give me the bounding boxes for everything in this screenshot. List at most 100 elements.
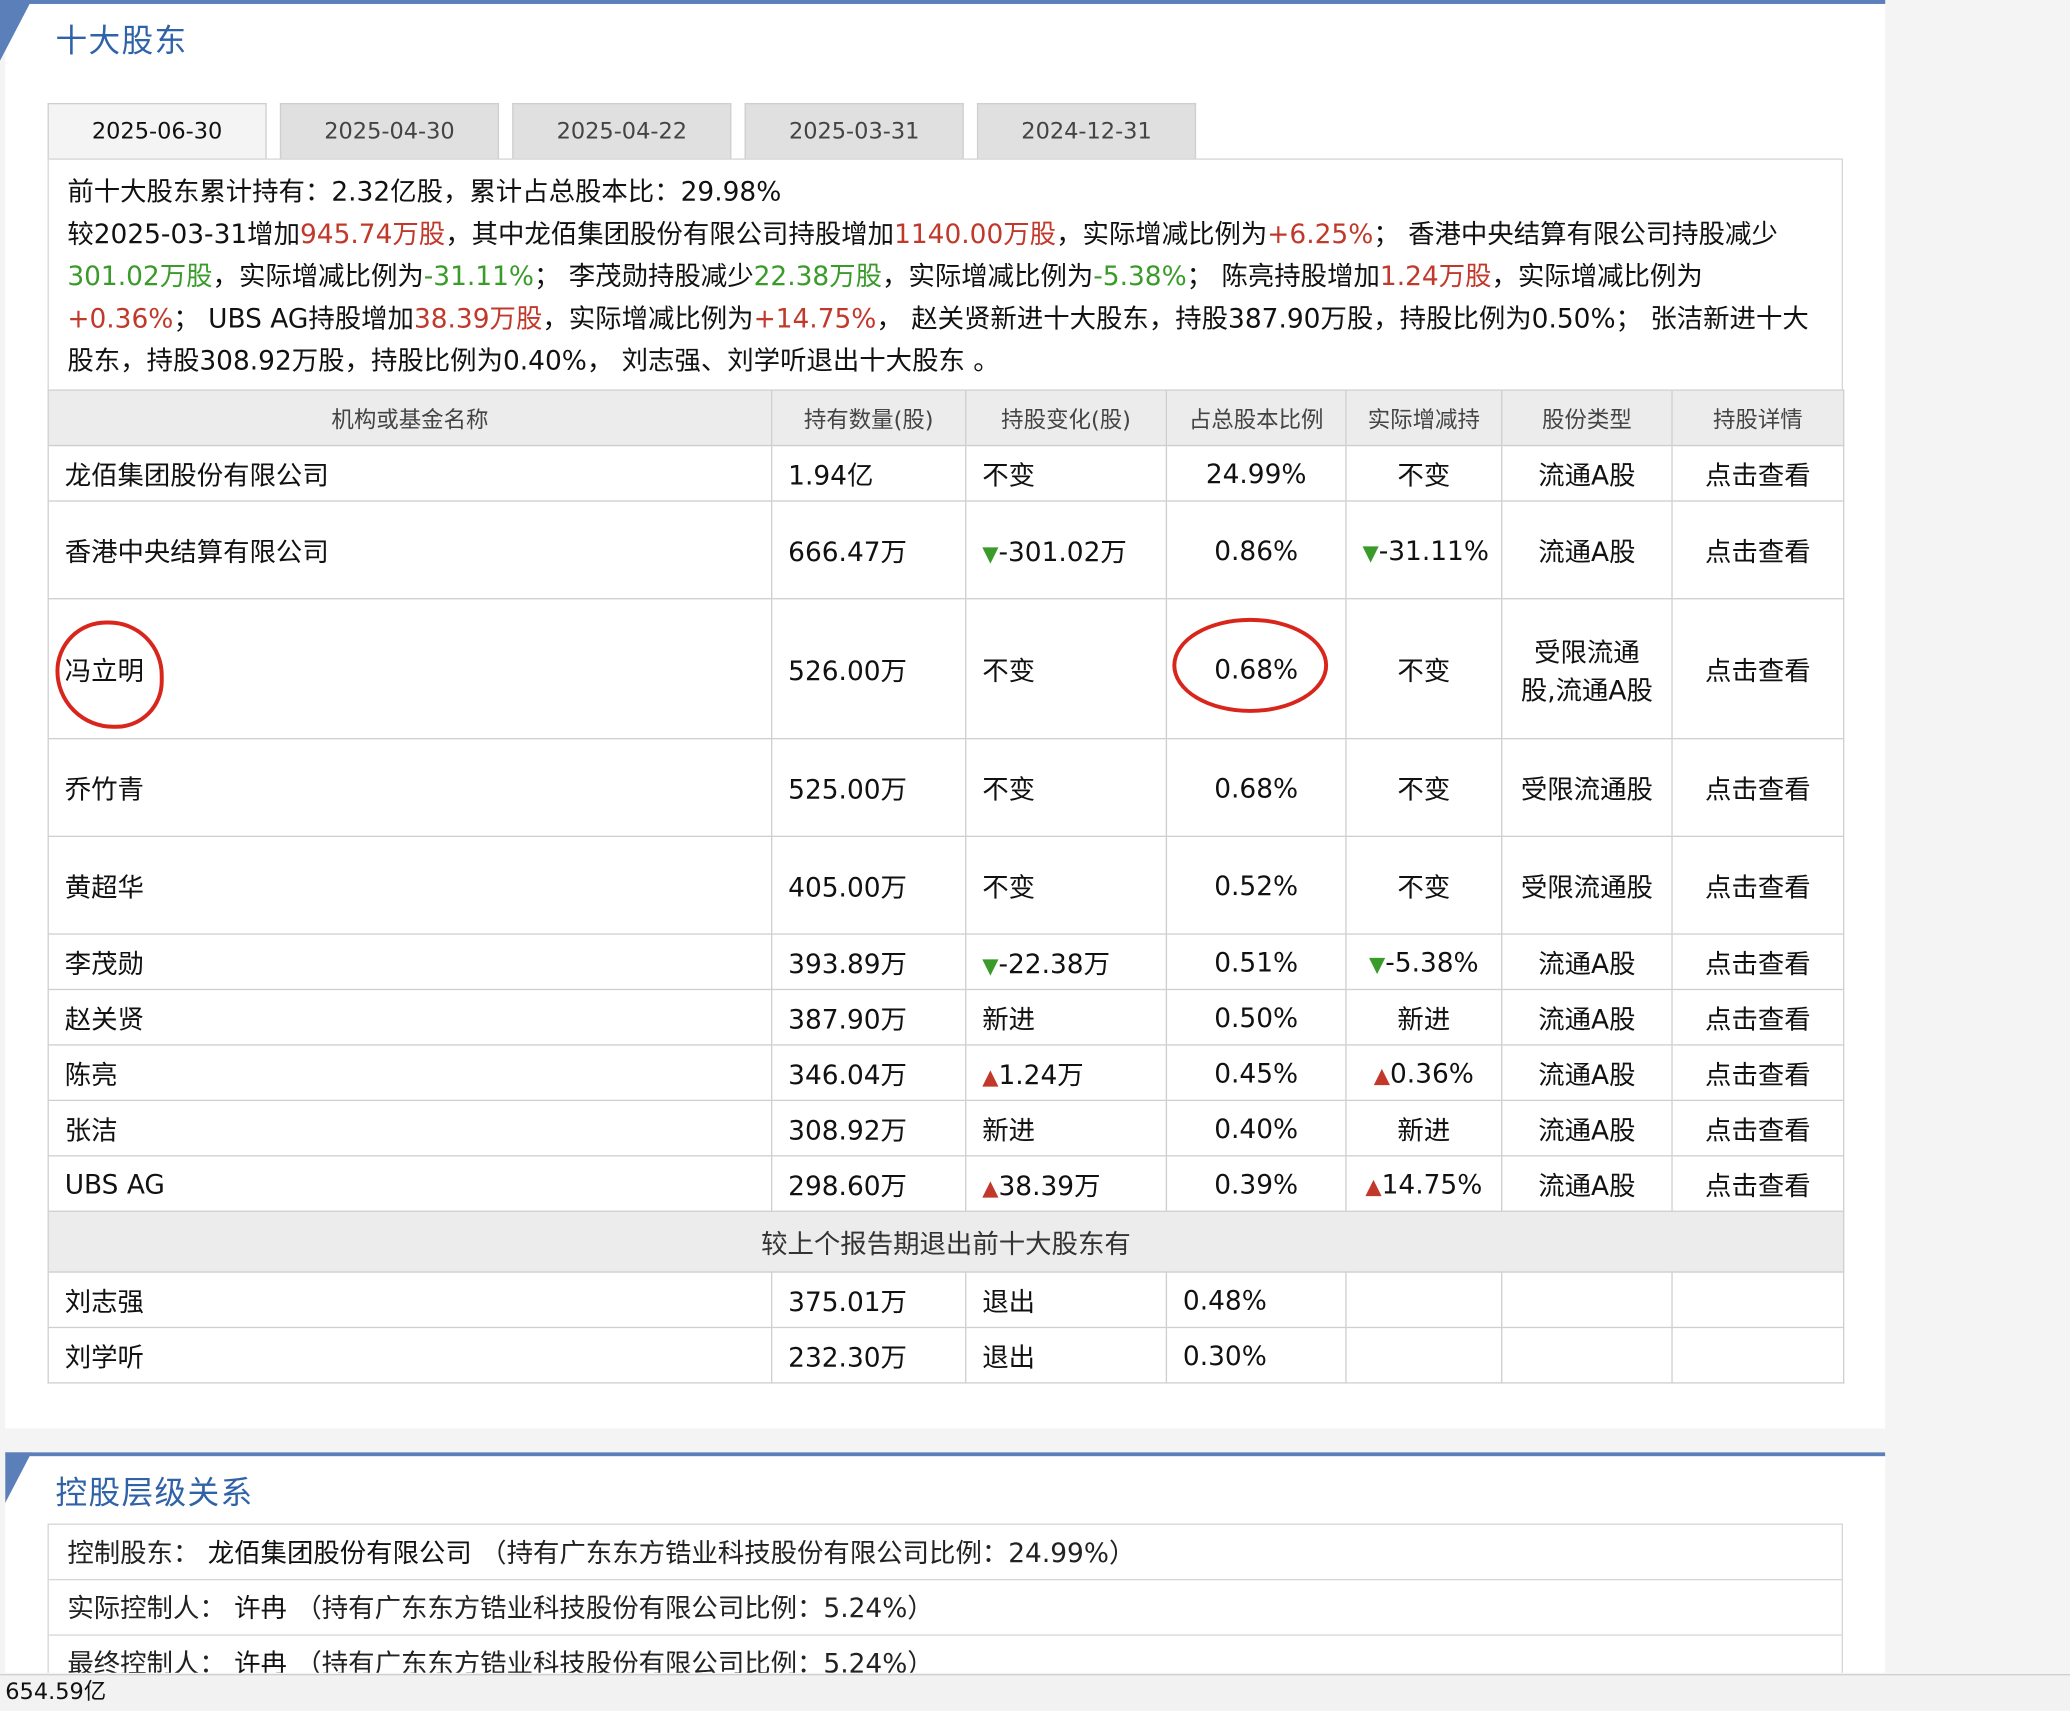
tab-period-4[interactable]: 2025-03-31 (744, 102, 964, 159)
control-note: （持有广东东方锆业科技股份有限公司比例：5.24%） (295, 1592, 934, 1624)
view-detail-link-text: 点击查看 (1705, 947, 1811, 980)
holder-percent: 0.40% (1165, 1099, 1347, 1157)
view-detail-link[interactable]: 点击查看 (1671, 500, 1845, 600)
holder-name-text: 香港中央结算有限公司 (64, 536, 329, 568)
summary-value: -5.38% (1093, 260, 1187, 292)
empty-cell (1501, 1326, 1673, 1384)
exit-name: 刘志强 (47, 1271, 773, 1329)
summary-total-value: 2.32亿股，累计占总股本比：29.98% (331, 175, 782, 208)
holder-share-type-text: 流通A股 (1538, 1058, 1636, 1091)
holder-percent-text: 0.52% (1214, 869, 1299, 902)
holder-actual-change-text: 不变 (1397, 459, 1451, 492)
view-detail-link[interactable]: 点击查看 (1671, 737, 1845, 838)
summary-changes: 较2025-03-31增加945.74万股，其中龙佰集团股份有限公司持股增加11… (67, 213, 1823, 382)
holder-actual-change: ▼-31.11% (1345, 500, 1503, 600)
control-value[interactable]: 许冉 (234, 1648, 287, 1673)
holder-change: 不变 (965, 444, 1168, 502)
view-detail-link[interactable]: 点击查看 (1671, 1155, 1845, 1212)
control-value[interactable]: 龙佰集团股份有限公司 (208, 1537, 472, 1569)
summary-text: 较2025-03-31增加 (67, 217, 300, 250)
holder-share-type: 受限流通股 (1501, 737, 1673, 838)
tab-period-3[interactable]: 2025-04-22 (512, 102, 732, 159)
tab-period-1[interactable]: 2025-06-30 (47, 102, 267, 159)
holder-quantity: 525.00万 (770, 737, 967, 838)
exit-row: 刘学听 232.30万 退出 0.30% (47, 1326, 1845, 1384)
annotation-circle-percent (1172, 617, 1329, 713)
view-detail-link[interactable]: 点击查看 (1671, 1044, 1845, 1102)
holder-name: 黄超华 (47, 835, 773, 935)
tab-period-5[interactable]: 2024-12-31 (976, 102, 1197, 159)
holder-share-type-text: 流通A股 (1538, 1169, 1636, 1202)
table-row: 陈亮 346.04万 ▲1.24万 0.45% ▲0.36% 流通A股 点击查看 (47, 1044, 1845, 1102)
holder-percent-text: 0.39% (1214, 1167, 1299, 1200)
holder-share-type-text: 受限流通股 (1520, 773, 1653, 806)
holder-quantity-text: 666.47万 (788, 536, 907, 568)
holder-actual-change: ▲0.36% (1345, 1044, 1503, 1102)
control-row: 实际控制人： 许冉 （持有广东东方锆业科技股份有限公司比例：5.24%） (48, 1580, 1842, 1636)
holder-quantity-text: 1.94亿 (788, 459, 874, 492)
holder-quantity-text: 525.00万 (788, 773, 907, 806)
holder-percent: 0.50% (1165, 988, 1347, 1046)
holder-percent-text: 0.45% (1214, 1056, 1299, 1089)
holder-percent-text: 0.86% (1214, 534, 1299, 566)
holder-quantity: 346.04万 (770, 1044, 967, 1102)
holder-share-type: 流通A股 (1501, 1044, 1673, 1102)
view-detail-link[interactable]: 点击查看 (1671, 1099, 1845, 1157)
holder-percent-text: 0.51% (1214, 945, 1299, 978)
view-detail-link-text: 点击查看 (1705, 536, 1811, 568)
view-detail-link[interactable]: 点击查看 (1671, 988, 1845, 1046)
holder-actual-change-text: 新进 (1397, 1114, 1451, 1146)
view-detail-link[interactable]: 点击查看 (1671, 933, 1845, 991)
view-detail-link[interactable]: 点击查看 (1671, 835, 1845, 935)
summary-text: ，实际增减比例为 (542, 302, 754, 335)
holder-share-type: 受限流通股 (1501, 835, 1673, 935)
column-header: 股份类型 (1501, 389, 1673, 447)
empty-cell (1345, 1326, 1503, 1384)
control-value[interactable]: 许冉 (234, 1592, 287, 1624)
empty-cell (1671, 1271, 1845, 1329)
holder-share-type-text: 流通A股 (1538, 947, 1636, 980)
table-row: 张洁 308.92万 新进 0.40% 新进 流通A股 点击查看 (47, 1099, 1845, 1157)
holder-name: 张洁 (47, 1099, 773, 1157)
holder-actual-change-text: 0.36% (1390, 1056, 1474, 1089)
holder-name: 香港中央结算有限公司 (47, 500, 773, 600)
holder-percent: 0.45% (1165, 1044, 1347, 1102)
summary-line-total: 前十大股东累计持有：2.32亿股，累计占总股本比：29.98% (67, 170, 1823, 212)
control-row: 最终控制人： 许冉 （持有广东东方锆业科技股份有限公司比例：5.24%） (49, 1636, 1842, 1673)
exit-change: 退出 (965, 1271, 1168, 1329)
tab-period-2[interactable]: 2025-04-30 (279, 102, 500, 159)
empty-cell (1671, 1326, 1845, 1384)
holder-name: 赵关贤 (47, 988, 773, 1046)
holder-name-text: 龙佰集团股份有限公司 (64, 459, 329, 492)
view-detail-link[interactable]: 点击查看 (1671, 444, 1845, 502)
control-label: 实际控制人： (67, 1592, 226, 1624)
summary-value: +14.75% (753, 302, 877, 335)
holder-change-text: 新进 (982, 1114, 1036, 1146)
holder-quantity: 308.92万 (770, 1099, 967, 1157)
holder-share-type-text: 流通A股 (1538, 536, 1636, 568)
holder-quantity: 387.90万 (770, 988, 967, 1046)
summary-text: ； 陈亮持股增加 (1186, 260, 1380, 292)
table-header-row: 机构或基金名称 持有数量(股) 持股变化(股) 占总股本比例 实际增减持 股份类… (47, 389, 1845, 447)
summary-value: 22.38万股 (753, 260, 883, 292)
holder-share-type: 流通A股 (1501, 933, 1673, 991)
holder-quantity-text: 308.92万 (788, 1114, 907, 1146)
holder-percent: 24.99% (1165, 444, 1347, 502)
holder-name-text: UBS AG (64, 1167, 165, 1200)
holder-quantity-text: 346.04万 (788, 1058, 907, 1091)
view-detail-link[interactable]: 点击查看 (1671, 598, 1845, 740)
holder-actual-change-text: 新进 (1397, 1003, 1451, 1036)
exit-rows: 较上个报告期退出前十大股东有 刘志强 375.01万 退出 0.48% 刘学听 232.3… (47, 1210, 1845, 1384)
summary-text: ，实际增减比例为 (1056, 217, 1268, 250)
holder-quantity: 405.00万 (770, 835, 967, 935)
holder-name: UBS AG (47, 1155, 773, 1212)
holder-percent-text: 0.50% (1214, 1001, 1299, 1034)
table-row: 龙佰集团股份有限公司 1.94亿 不变 24.99% 不变 流通A股 点击查看 (47, 444, 1845, 502)
holder-actual-change: 不变 (1345, 444, 1503, 502)
section-corner-marker (5, 1452, 32, 1513)
holder-percent: 0.68% (1165, 737, 1347, 838)
holder-share-type: 流通A股 (1501, 988, 1673, 1046)
view-detail-link-text: 点击查看 (1705, 773, 1811, 806)
page: 十大股东 2025-06-30 2025-04-30 2025-04-22 20… (0, 0, 2070, 1710)
arrow-down-icon: ▼ (1368, 951, 1386, 977)
